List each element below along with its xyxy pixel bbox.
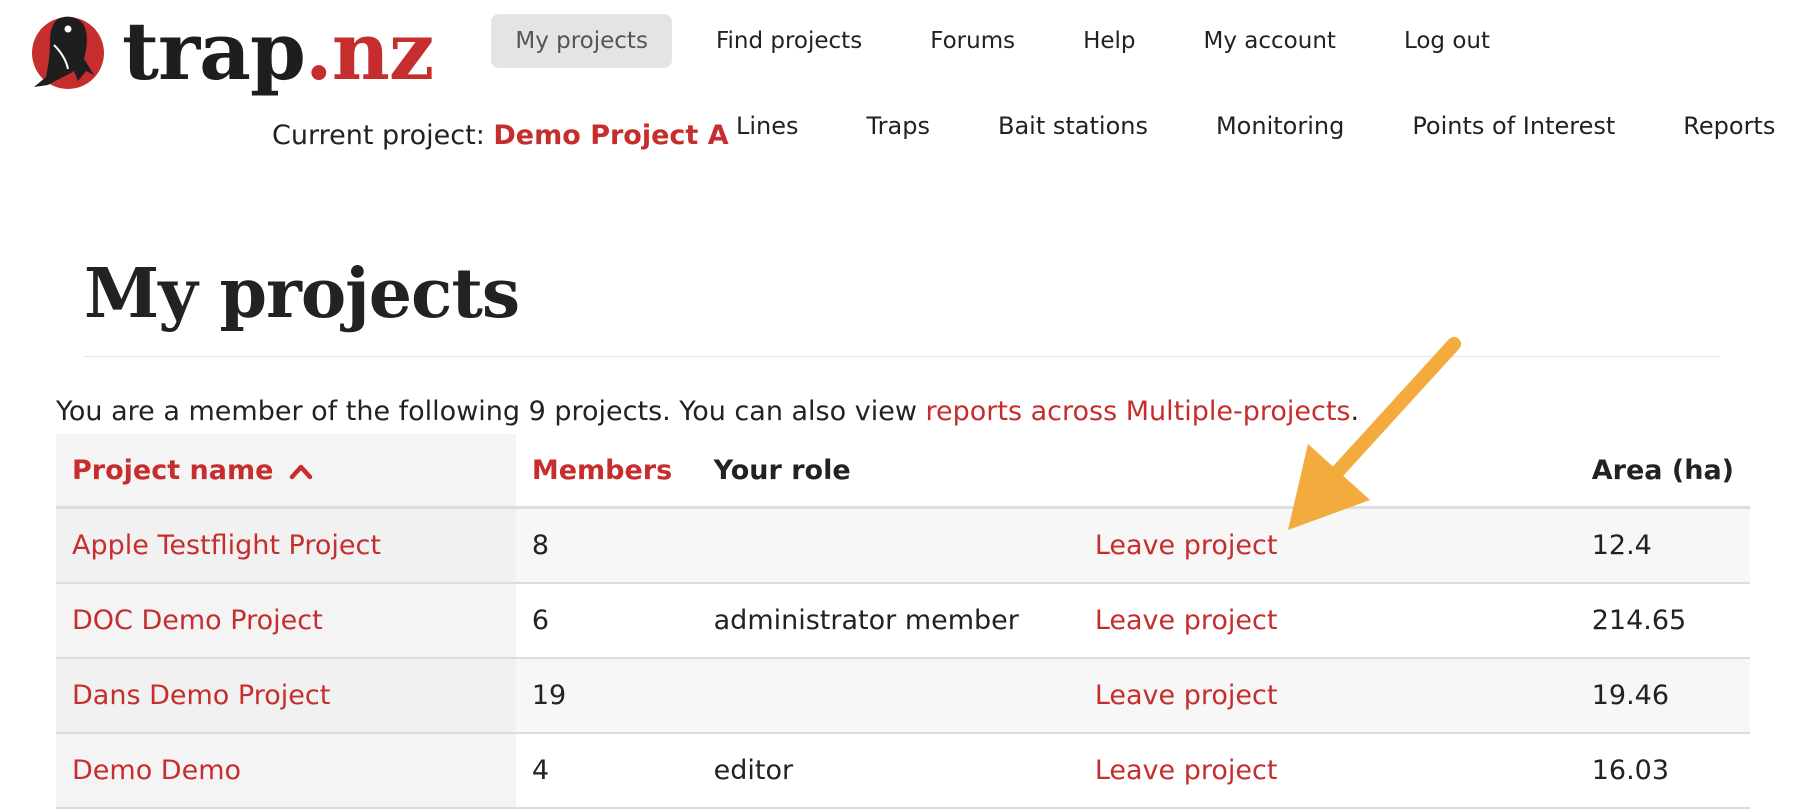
project-name-cell: Demo Demo [56,733,516,809]
action-cell: Leave project [1078,583,1576,659]
action-cell: Leave project [1078,733,1576,809]
header-project-name[interactable]: Project name [56,434,516,509]
table-row: Dans Demo Project 19 Leave project 19.46 [56,658,1750,734]
members-cell: 4 [515,733,698,809]
projects-table: Project name Members Your role Area (ha)… [56,434,1750,809]
subnav-bait-stations[interactable]: Bait stations [998,112,1148,140]
members-cell: 6 [515,583,698,659]
subnav-lines[interactable]: Lines [736,112,799,140]
subnav-traps[interactable]: Traps [867,112,930,140]
nav-find-projects[interactable]: Find projects [692,14,886,68]
nav-my-projects[interactable]: My projects [491,14,672,68]
title-divider [84,356,1720,357]
project-link[interactable]: Dans Demo Project [72,680,330,711]
action-cell: Leave project [1078,658,1576,734]
site-logo[interactable]: trap.nz [28,6,434,96]
header-area: Area (ha) [1575,434,1750,509]
subnav-monitoring[interactable]: Monitoring [1216,112,1344,140]
current-project-name[interactable]: Demo Project A [493,120,728,151]
project-name-cell: Dans Demo Project [56,658,516,734]
site-name-tld: .nz [304,4,434,98]
leave-project-link[interactable]: Leave project [1095,530,1278,561]
header-project-name-label: Project name [72,454,274,486]
area-cell: 214.65 [1575,583,1750,659]
site-name-main: trap [122,4,306,98]
top-navigation: My projects Find projects Forums Help My… [471,14,1514,68]
header-members[interactable]: Members [515,434,698,509]
table-row: DOC Demo Project 6 administrator member … [56,583,1750,659]
project-navigation: Lines Traps Bait stations Monitoring Poi… [736,112,1775,140]
nav-help[interactable]: Help [1059,14,1159,68]
role-cell: administrator member [697,583,1079,659]
role-cell [697,507,1079,584]
leave-project-link[interactable]: Leave project [1095,605,1278,636]
table-row: Demo Demo 4 editor Leave project 16.03 [56,733,1750,809]
nav-log-out[interactable]: Log out [1380,14,1514,68]
area-cell: 12.4 [1575,507,1750,584]
role-cell [697,658,1079,734]
area-cell: 16.03 [1575,733,1750,809]
chevron-up-icon [289,464,313,480]
subnav-reports[interactable]: Reports [1683,112,1775,140]
project-link[interactable]: DOC Demo Project [72,605,323,636]
nav-my-account[interactable]: My account [1180,14,1360,68]
project-link[interactable]: Apple Testflight Project [72,530,381,561]
nav-forums[interactable]: Forums [906,14,1039,68]
intro-text: You are a member of the following 9 proj… [56,396,1359,427]
project-name-cell: Apple Testflight Project [56,507,516,584]
current-project: Current project: Demo Project A [272,120,729,151]
project-link[interactable]: Demo Demo [72,755,241,786]
header-your-role: Your role [697,434,1079,509]
bird-logo-icon [32,16,104,89]
intro-text-body: You are a member of the following 9 proj… [56,396,926,427]
members-cell: 8 [515,507,698,584]
role-cell: editor [697,733,1079,809]
current-project-prefix: Current project: [272,120,485,151]
members-cell: 19 [515,658,698,734]
leave-project-link[interactable]: Leave project [1095,755,1278,786]
table-header-row: Project name Members Your role Area (ha) [56,434,1750,509]
pointer-arrow-icon [1288,337,1461,530]
page-title: My projects [84,254,520,334]
area-cell: 19.46 [1575,658,1750,734]
project-name-cell: DOC Demo Project [56,583,516,659]
subnav-points-of-interest[interactable]: Points of Interest [1412,112,1615,140]
leave-project-link[interactable]: Leave project [1095,680,1278,711]
table-row: Apple Testflight Project 8 Leave project… [56,507,1750,584]
site-name: trap.nz [122,11,434,91]
